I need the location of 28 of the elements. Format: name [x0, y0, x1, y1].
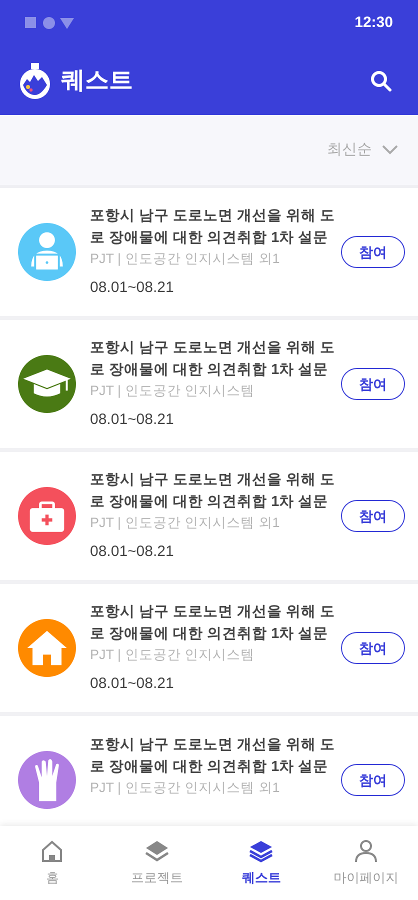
quest-dates: 08.01~08.21 — [90, 542, 175, 562]
search-icon[interactable] — [370, 70, 392, 92]
layers-icon — [248, 838, 274, 864]
status-time: 12:30 — [354, 12, 393, 33]
quest-project: PJT | 인도공간 인지시스템 — [90, 382, 256, 400]
quest-dates: 08.01~08.21 — [90, 410, 175, 430]
quest-title: 포항시 남구 도로노면 개선을 위해 도 로 장애물에 대한 의견취합 1차 설문 — [90, 206, 336, 248]
quest-project: PJT | 인도공간 인지시스템 외1 — [90, 514, 281, 532]
join-button[interactable]: 참여 — [341, 500, 406, 532]
flask-logo-icon — [17, 62, 53, 98]
layers-icon — [144, 838, 170, 864]
person-icon — [352, 838, 379, 864]
chevron-down-icon — [382, 145, 398, 155]
join-button[interactable]: 참여 — [341, 368, 406, 400]
quest-project: PJT | 인도공간 인지시스템 외1 — [90, 250, 281, 268]
quest-title: 포항시 남구 도로노면 개선을 위해 도 로 장애물에 대한 의견취합 1차 설문 — [90, 736, 336, 777]
quest-title: 포항시 남구 도로노면 개선을 위해 도 로 장애물에 대한 의견취합 1차 설문 — [90, 602, 336, 644]
join-button[interactable]: 참여 — [341, 632, 406, 664]
nav-tab[interactable]: 퀘스트 — [209, 826, 314, 900]
quest-title: 포항시 남구 도로노면 개선을 위해 도 로 장애물에 대한 의견취합 1차 설문 — [90, 470, 336, 512]
quest-project: PJT | 인도공간 인지시스템 — [90, 646, 256, 664]
quest-dates: 08.01~08.21 — [90, 278, 175, 298]
join-button[interactable]: 참여 — [341, 236, 406, 268]
quest-project: PJT | 인도공간 인지시스템 외1 — [90, 779, 281, 797]
quest-dates: 08.01~08.21 — [90, 674, 175, 694]
app-title: 퀘스트 — [61, 66, 133, 96]
quest-title: 포항시 남구 도로노면 개선을 위해 도 로 장애물에 대한 의견취합 1차 설문 — [90, 338, 336, 380]
join-button[interactable]: 참여 — [341, 764, 406, 796]
